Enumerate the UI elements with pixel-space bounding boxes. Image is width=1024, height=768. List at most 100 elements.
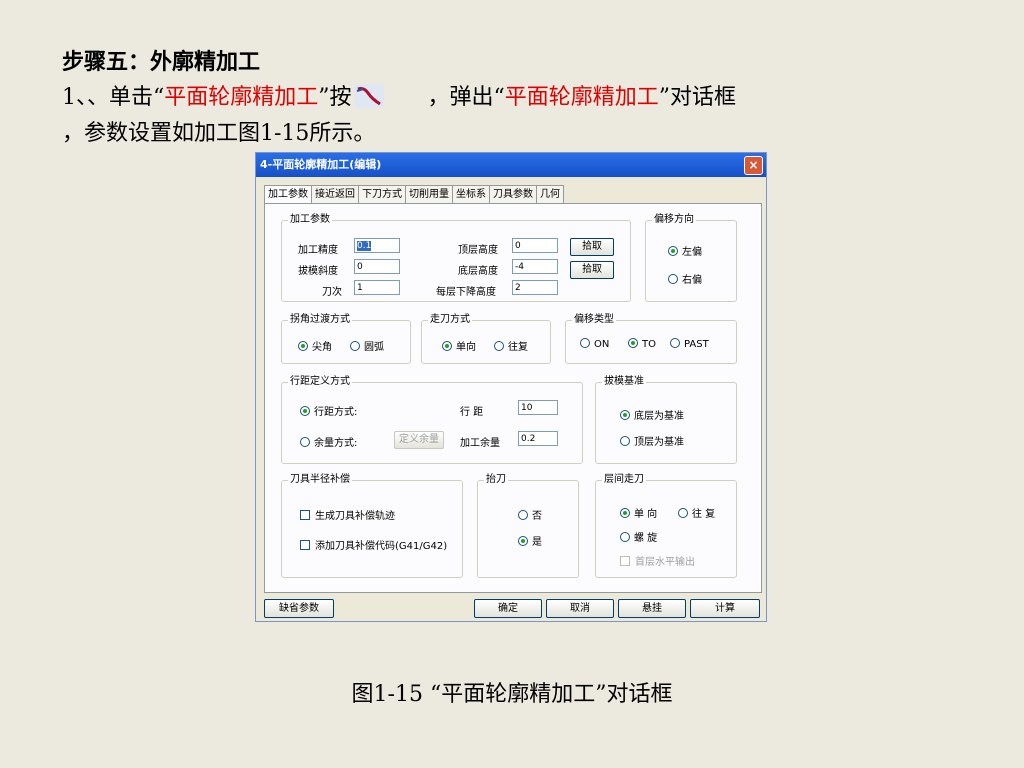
text-segment: ”按	[318, 85, 352, 110]
allowance-input[interactable]: 0.2	[518, 431, 558, 446]
passes-label: 刀次	[322, 287, 342, 298]
offset-on-radio[interactable]: ON	[580, 338, 609, 350]
offset-direction-group: 偏移方向 左偏 右偏	[645, 214, 737, 302]
text-segment: ”对话框	[658, 85, 737, 110]
pick-top-button[interactable]: 拾取	[570, 238, 614, 256]
spacing-mode-radio[interactable]: 行距方式:	[300, 403, 357, 418]
gen-comp-checkbox[interactable]: 生成刀具补偿轨迹	[300, 507, 395, 522]
walk-round-radio[interactable]: 往复	[494, 338, 528, 353]
draft-angle-input[interactable]: 0	[354, 259, 400, 274]
row-spacing-group: 行距定义方式 行距方式: 余量方式: 定义余量 行 距 10 加工余量 0.2	[281, 376, 583, 464]
radio-icon	[298, 341, 308, 351]
radio-icon	[300, 437, 310, 447]
precision-input[interactable]: 0.1	[354, 238, 400, 253]
instruction-line-2: ，参数设置如加工图1-15所示。	[62, 121, 376, 146]
hang-button[interactable]: 悬挂	[618, 599, 686, 618]
close-button[interactable]: ×	[744, 156, 763, 175]
group-title: 偏移方向	[652, 214, 696, 226]
spacing-mode-label: 行距方式:	[314, 407, 358, 418]
layer-spiral-label: 螺 旋	[634, 533, 658, 544]
step-down-label: 每层下降高度	[436, 287, 496, 298]
default-params-button[interactable]: 缺省参数	[264, 599, 334, 618]
group-title: 拐角过渡方式	[288, 314, 352, 326]
allowance-mode-radio[interactable]: 余量方式:	[300, 434, 357, 449]
radio-icon	[620, 532, 630, 542]
lift-yes-radio[interactable]: 是	[518, 533, 542, 548]
base-bottom-radio[interactable]: 底层为基准	[620, 407, 684, 422]
allowance-mode-label: 余量方式:	[314, 438, 358, 449]
tab-plunge-mode[interactable]: 下刀方式	[358, 185, 406, 203]
radio-icon	[668, 246, 678, 256]
radio-icon	[670, 338, 680, 348]
lift-no-radio[interactable]: 否	[518, 507, 542, 522]
offset-type-group: 偏移类型 ON TO PAST	[565, 314, 737, 364]
tab-tool-params[interactable]: 刀具参数	[489, 185, 537, 203]
bottom-height-input[interactable]: -4	[512, 259, 558, 274]
tab-machining-params[interactable]: 加工参数	[264, 185, 312, 205]
corner-sharp-label: 尖角	[312, 342, 332, 353]
group-title: 层间走刀	[602, 474, 646, 486]
offset-right-label: 右偏	[682, 275, 702, 286]
group-title: 偏移类型	[572, 314, 616, 326]
layer-round-radio[interactable]: 往 复	[678, 505, 715, 520]
precision-label: 加工精度	[298, 245, 338, 256]
comp-code-label: 添加刀具补偿代码(G41/G42)	[315, 541, 448, 552]
corner-arc-radio[interactable]: 圆弧	[350, 338, 384, 353]
tab-coordinate-system[interactable]: 坐标系	[452, 185, 490, 203]
radio-icon	[620, 410, 630, 420]
cancel-button[interactable]: 取消	[546, 599, 614, 618]
spacing-label: 行 距	[460, 407, 484, 418]
highlight-text: 平面轮廓精加工	[164, 85, 319, 110]
tab-geometry[interactable]: 几何	[536, 185, 564, 203]
slide-text: 步骤五：外廓精加工 1、、单击“平面轮廓精加工”按 ，弹出“平面轮廓精加工”对话框…	[62, 44, 992, 152]
top-height-label: 顶层高度	[458, 245, 498, 256]
tab-approach-return[interactable]: 接近返回	[311, 185, 359, 203]
offset-left-radio[interactable]: 左偏	[668, 243, 702, 258]
radio-icon	[518, 536, 528, 546]
group-title: 抬刀	[484, 474, 508, 486]
offset-to-label: TO	[642, 339, 656, 350]
figure-caption: 图1-15 “平面轮廓精加工”对话框	[351, 682, 673, 707]
precision-value: 0.1	[357, 241, 372, 251]
walk-round-label: 往复	[508, 342, 528, 353]
passes-input[interactable]: 1	[354, 280, 400, 295]
contour-finish-dialog: 4-平面轮廓精加工(编辑) × 加工参数 接近返回 下刀方式 切削用量 坐标系 …	[255, 152, 767, 622]
corner-transition-group: 拐角过渡方式 尖角 圆弧	[281, 314, 411, 364]
radio-icon	[628, 338, 638, 348]
base-top-radio[interactable]: 顶层为基准	[620, 433, 684, 448]
machining-params-group: 加工参数 加工精度 0.1 拔模斜度 0 刀次 1 顶层高度 0 底层高度 -4…	[281, 214, 631, 302]
offset-past-radio[interactable]: PAST	[670, 338, 709, 350]
layer-single-radio[interactable]: 单 向	[620, 505, 657, 520]
checkbox-icon	[300, 510, 310, 520]
layer-single-label: 单 向	[634, 509, 658, 520]
first-layer-checkbox[interactable]: 首层水平输出	[620, 553, 695, 568]
pick-bottom-button[interactable]: 拾取	[570, 261, 614, 279]
comp-code-checkbox[interactable]: 添加刀具补偿代码(G41/G42)	[300, 537, 447, 552]
lift-tool-group: 抬刀 否 是	[477, 474, 579, 578]
radio-icon	[518, 510, 528, 520]
top-height-input[interactable]: 0	[512, 238, 558, 253]
step-title: 步骤五：外廓精加工	[62, 49, 261, 75]
tab-cutting-amount[interactable]: 切削用量	[405, 185, 453, 203]
step-down-input[interactable]: 2	[512, 280, 558, 295]
radio-icon	[494, 341, 504, 351]
walk-single-radio[interactable]: 单向	[442, 338, 476, 353]
corner-sharp-radio[interactable]: 尖角	[298, 338, 332, 353]
draft-base-group: 拔模基准 底层为基准 顶层为基准	[595, 376, 737, 464]
offset-right-radio[interactable]: 右偏	[668, 271, 702, 286]
ok-button[interactable]: 确定	[474, 599, 542, 618]
text-segment: ，弹出“	[427, 85, 505, 110]
tab-panel: 加工参数 加工精度 0.1 拔模斜度 0 刀次 1 顶层高度 0 底层高度 -4…	[264, 203, 762, 593]
layer-spiral-radio[interactable]: 螺 旋	[620, 529, 657, 544]
radio-icon	[442, 341, 452, 351]
group-title: 刀具半径补偿	[288, 474, 352, 486]
lift-no-label: 否	[532, 511, 542, 522]
lift-yes-label: 是	[532, 537, 542, 548]
define-allowance-button[interactable]: 定义余量	[394, 431, 444, 449]
offset-to-radio[interactable]: TO	[628, 338, 656, 350]
dialog-titlebar: 4-平面轮廓精加工(编辑) ×	[256, 153, 766, 177]
group-title: 加工参数	[288, 214, 332, 226]
calculate-button[interactable]: 计算	[690, 599, 760, 618]
corner-arc-label: 圆弧	[364, 342, 384, 353]
spacing-input[interactable]: 10	[518, 400, 558, 415]
